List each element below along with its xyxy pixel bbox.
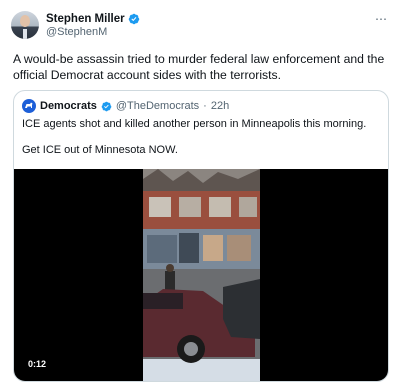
video-player[interactable]: 0:12	[14, 169, 388, 381]
quoted-author-handle[interactable]: @TheDemocrats	[116, 100, 199, 112]
quoted-tweet[interactable]: Democrats @TheDemocrats · 22h ICE agents…	[13, 90, 389, 382]
quoted-timestamp[interactable]: 22h	[211, 100, 229, 112]
name-row: Stephen Miller	[46, 12, 140, 26]
author-name[interactable]: Stephen Miller	[46, 12, 125, 26]
avatar-shirt	[23, 29, 27, 39]
more-icon[interactable]: ⋯	[375, 13, 388, 25]
tweet[interactable]: Stephen Miller @StephenM ⋯ A would-be as…	[0, 0, 396, 383]
quoted-text: ICE agents shot and killed another perso…	[22, 118, 382, 170]
quoted-verified-badge-icon	[101, 101, 112, 111]
quoted-line: Get ICE out of Minnesota NOW.	[22, 144, 178, 156]
donkey-glyph-icon	[25, 102, 33, 108]
avatar[interactable]	[11, 11, 39, 39]
tweet-header: Stephen Miller @StephenM	[46, 12, 140, 39]
quoted-line: ICE agents shot and killed another perso…	[22, 118, 367, 130]
author-handle[interactable]: @StephenM	[46, 26, 140, 39]
video-frame	[143, 169, 260, 381]
video-duration: 0:12	[28, 359, 47, 369]
quoted-header: Democrats @TheDemocrats · 22h	[22, 99, 229, 113]
avatar-face	[20, 15, 30, 27]
quoted-author-name[interactable]: Democrats	[40, 100, 97, 112]
video-still-image	[143, 169, 260, 381]
democrats-logo-icon[interactable]	[22, 99, 36, 113]
tweet-text: A would-be assassin tried to murder fede…	[13, 52, 385, 82]
separator-dot: ·	[203, 100, 207, 112]
verified-badge-icon	[128, 13, 139, 25]
